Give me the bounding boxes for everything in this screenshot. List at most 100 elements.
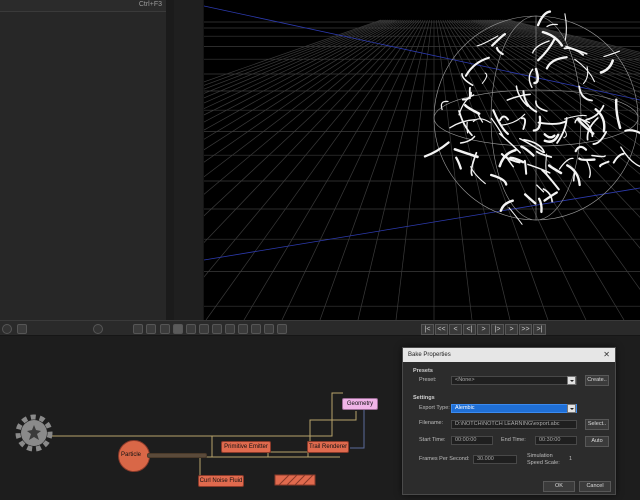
particle-trail [520, 117, 527, 130]
root-node-gear-icon[interactable] [15, 414, 53, 452]
particle-trail [527, 163, 551, 174]
toolbar-icon-2[interactable] [146, 324, 156, 334]
shortcut-label: Ctrl+F3 [138, 1, 162, 8]
filename-input[interactable]: D:\NOTCH\NOTCH LEARNING\export.abc [451, 420, 577, 429]
viewport-3d[interactable] [204, 0, 640, 320]
clock-icon[interactable] [2, 324, 12, 334]
primitive-emitter-label: Primitive Emitter [224, 444, 268, 450]
particle-trail [453, 148, 479, 159]
particle-trail [574, 145, 588, 153]
toolbar-icon-8[interactable] [225, 324, 235, 334]
particle-trail [578, 157, 596, 162]
timeline-bar: |< << < <| > |> > >> >| [0, 320, 640, 336]
particle-trail [463, 103, 481, 115]
go-to-end-button[interactable]: >| [533, 324, 546, 335]
close-icon[interactable]: ✕ [603, 348, 610, 362]
play-button[interactable]: > [477, 324, 490, 335]
trail-renderer-node[interactable]: Trail Renderer [307, 441, 349, 453]
sim-speed-value[interactable]: 1 [569, 456, 572, 462]
particle-trail [537, 197, 543, 214]
end-time-label: End Time: [501, 437, 526, 443]
particle-trail [592, 130, 608, 146]
settings-heading: Settings [413, 395, 435, 401]
particle-trail [599, 59, 614, 74]
particle-trail [572, 170, 577, 182]
trail-renderer-label: Trail Renderer [308, 444, 348, 450]
particle-trail [599, 160, 610, 168]
curl-noise-fluid-node[interactable]: Curl Noise Fluid [198, 475, 244, 487]
auto-button[interactable]: Auto [585, 436, 609, 447]
grid-icon[interactable] [17, 324, 27, 334]
preset-dropdown[interactable]: <None> [451, 376, 577, 385]
primitive-emitter-node[interactable]: Primitive Emitter [221, 441, 271, 453]
toolbar-icon-3[interactable] [160, 324, 170, 334]
fps-value: 30.000 [477, 456, 494, 462]
preset-chevron-down-icon[interactable] [567, 376, 576, 385]
left-panel: Ctrl+F3 [0, 0, 166, 320]
toolbar-icon-5[interactable] [186, 324, 196, 334]
cancel-button[interactable]: Cancel [579, 481, 611, 492]
preset-value: <None> [455, 377, 475, 383]
go-to-start-button[interactable]: |< [421, 324, 434, 335]
select-button[interactable]: Select.. [585, 419, 609, 430]
step-back-button[interactable]: < [449, 324, 462, 335]
fast-forward-button[interactable]: >> [519, 324, 532, 335]
app-root: Ctrl+F3 |< << < <| > |> > >> >| Particle… [0, 0, 640, 500]
toolbar-icon-12[interactable] [277, 324, 287, 334]
toolbar-icon-11[interactable] [264, 324, 274, 334]
left-panel-tabbar: Ctrl+F3 [0, 0, 166, 12]
start-time-label: Start Time: [419, 437, 446, 443]
particle-trail [523, 193, 537, 205]
toolbar-icon-9[interactable] [238, 324, 248, 334]
step-forward-button[interactable]: > [505, 324, 518, 335]
particle-trail [614, 98, 622, 130]
pause-button[interactable]: |> [491, 324, 504, 335]
export-type-chevron-down-icon[interactable] [567, 404, 576, 413]
toolbar-icon-6[interactable] [199, 324, 209, 334]
particle-trail [543, 133, 556, 139]
start-time-value: 00:00:00 [455, 437, 477, 443]
export-type-label: Export Type: [419, 405, 450, 411]
toolbar-icon-7[interactable] [212, 324, 222, 334]
play-reverse-button[interactable]: <| [463, 324, 476, 335]
particle-trail [543, 191, 558, 202]
fps-input[interactable]: 30.000 [473, 455, 517, 464]
settings-icon[interactable] [93, 324, 103, 334]
particle-trail [537, 120, 566, 125]
particle-trail [523, 159, 528, 175]
export-type-value: Alembic [455, 405, 475, 411]
particle-trail [532, 115, 542, 132]
ok-button[interactable]: OK [543, 481, 575, 492]
viewport-canvas [204, 5, 640, 320]
panel-divider[interactable] [166, 0, 174, 320]
particle-trail [423, 141, 450, 158]
particle-trail [528, 68, 534, 89]
end-time-input[interactable]: 00:30:00 [535, 436, 577, 445]
toolbar-icon-4[interactable] [173, 324, 183, 334]
toolbar-icon-10[interactable] [251, 324, 261, 334]
particle-trail [455, 156, 462, 170]
left-panel-list[interactable] [0, 12, 166, 320]
export-type-dropdown[interactable]: Alembic [451, 404, 577, 413]
fps-label: Frames Per Second: [419, 456, 470, 462]
rewind-button[interactable]: << [435, 324, 448, 335]
particle-node-bar [147, 453, 207, 458]
filename-value: D:\NOTCH\NOTCH LEARNING\export.abc [455, 421, 560, 427]
particle-trail [563, 114, 587, 120]
create-button[interactable]: Create.. [585, 375, 609, 386]
particle-trail [536, 184, 545, 193]
filename-label: Filename: [419, 420, 444, 426]
dialog-titlebar[interactable]: Bake Properties ✕ [403, 348, 615, 362]
particle-trail [624, 129, 640, 134]
toolbar-icon-1[interactable] [133, 324, 143, 334]
bake-properties-dialog: Bake Properties ✕ Presets Preset: <None>… [402, 347, 616, 495]
geometry-node[interactable]: Geometry [342, 398, 378, 410]
particle-trail [498, 132, 521, 154]
particle-node-label: Particle [120, 452, 141, 458]
curl-noise-fluid-label: Curl Noise Fluid [199, 478, 243, 484]
particle-trail [585, 104, 605, 121]
side-column [174, 0, 204, 320]
sim-speed-label-line-1: Simulation [527, 453, 553, 459]
start-time-input[interactable]: 00:00:00 [451, 436, 493, 445]
sim-speed-label-line-2: Speed Scale: [527, 460, 560, 466]
